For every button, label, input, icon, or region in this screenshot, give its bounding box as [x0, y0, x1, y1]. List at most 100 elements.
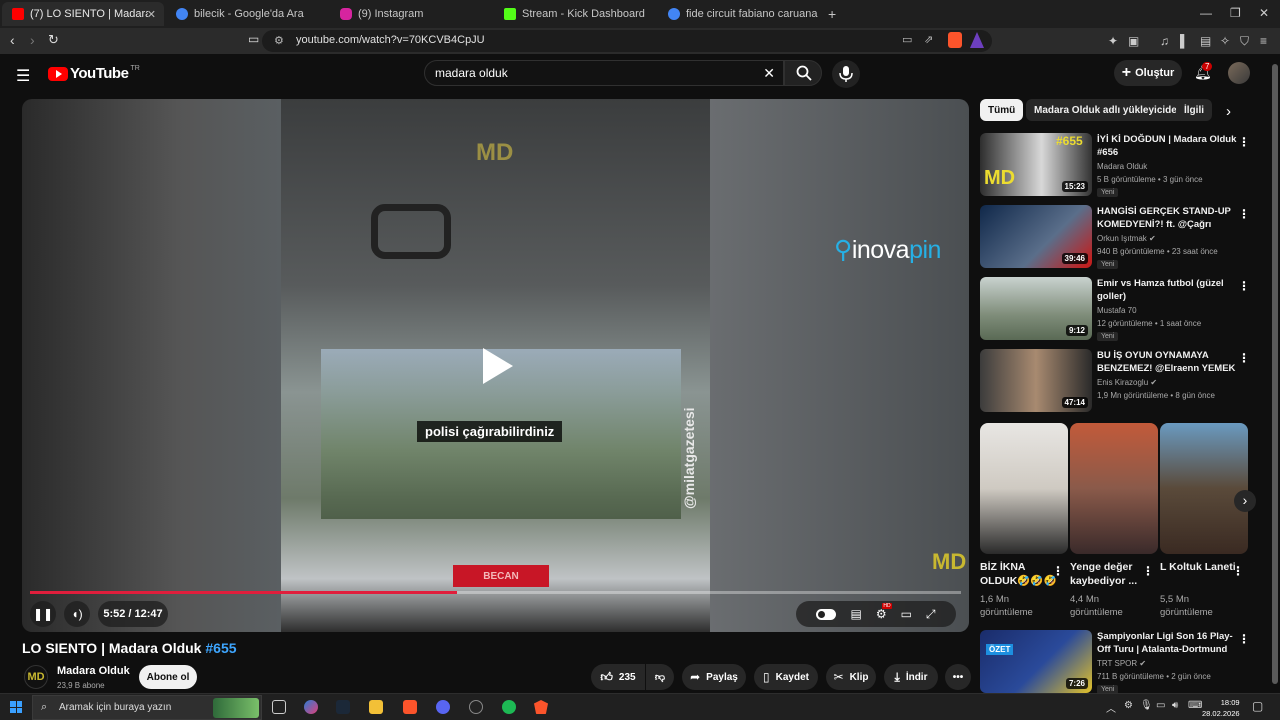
- cast-icon[interactable]: ▭: [902, 33, 912, 46]
- page-scrollbar[interactable]: [1270, 54, 1280, 693]
- minimize-icon[interactable]: —: [1200, 6, 1212, 20]
- sidebar-video-item[interactable]: 39:46 HANGİSİ GERÇEK STAND-UP KOMEDYENİ?…: [980, 205, 1250, 271]
- subtitles-icon[interactable]: ▤: [850, 607, 861, 621]
- keyboard-icon[interactable]: ⌨: [1188, 700, 1202, 711]
- scrollbar-thumb[interactable]: [1272, 64, 1278, 684]
- discord-icon[interactable]: [436, 700, 450, 714]
- speaker-icon[interactable]: 🔊︎: [1172, 700, 1178, 711]
- network-icon[interactable]: ▭: [1156, 700, 1165, 711]
- video-player[interactable]: MD polisi çağırabilirdiniz @milatgazetes…: [22, 99, 969, 632]
- back-icon[interactable]: ‹: [10, 32, 15, 48]
- forward-icon[interactable]: ›: [30, 32, 35, 48]
- short-thumbnail[interactable]: [1160, 423, 1248, 554]
- more-actions-button[interactable]: •••: [945, 664, 971, 690]
- save-button[interactable]: ▯ Kaydet: [754, 664, 818, 690]
- leo-icon[interactable]: ✧: [1220, 34, 1230, 48]
- autoplay-toggle[interactable]: [816, 608, 837, 620]
- more-options-icon[interactable]: ⋮: [1238, 135, 1250, 149]
- more-options-icon[interactable]: ⋮: [1238, 632, 1250, 646]
- task-view-icon[interactable]: [272, 700, 286, 714]
- close-tab-icon[interactable]: ✕: [147, 8, 156, 21]
- screenshot-icon[interactable]: ▣: [1128, 34, 1139, 48]
- browser-tab-google-bilecik[interactable]: bilecik - Google'da Ara: [166, 2, 330, 26]
- clear-search-icon[interactable]: ✕: [763, 65, 775, 82]
- tray-app-icon[interactable]: ⚙: [1124, 700, 1133, 711]
- channel-name[interactable]: Madara Olduk: [57, 665, 130, 677]
- sidebar-video-item[interactable]: ÖZET 7:26 Şampiyonlar Ligi Son 16 Play-Of…: [980, 630, 1250, 696]
- more-options-icon[interactable]: ⋮: [1232, 564, 1244, 578]
- brave-browser-icon[interactable]: [403, 700, 417, 714]
- hashtag-link[interactable]: #655: [205, 640, 236, 656]
- browser-tab-kick[interactable]: Stream - Kick Dashboard: [494, 2, 658, 26]
- voice-search-button[interactable]: [832, 60, 860, 88]
- search-button[interactable]: [784, 60, 822, 86]
- notification-center-icon[interactable]: ▢: [1252, 699, 1263, 713]
- theater-mode-icon[interactable]: ▭: [901, 607, 912, 621]
- create-button[interactable]: + Oluştur: [1114, 60, 1182, 86]
- menu-icon[interactable]: ≡: [1260, 34, 1267, 48]
- clip-button[interactable]: ✂ Klip: [826, 664, 876, 690]
- pause-button[interactable]: ❚❚: [30, 601, 56, 627]
- bookmark-icon[interactable]: ▭: [248, 32, 259, 46]
- short-title[interactable]: BİZ İKNA OLDUK🤣🤣🤣 ...: [980, 560, 1058, 588]
- browser-tab-youtube[interactable]: (7) LO SIENTO | Madara Olduk #6 ✕: [2, 2, 164, 26]
- chip-from-uploader[interactable]: Madara Olduk adlı yükleyiciden: [1026, 99, 1191, 121]
- short-title[interactable]: L Koltuk Laneti: [1160, 560, 1238, 574]
- microphone-icon[interactable]: 🎙︎: [1140, 700, 1153, 711]
- like-button[interactable]: 👍︎ 235: [591, 664, 645, 690]
- hamburger-menu-icon[interactable]: ☰: [16, 66, 30, 86]
- sidebar-icon[interactable]: ▌: [1180, 34, 1189, 48]
- tray-chevron-icon[interactable]: ︿: [1106, 700, 1116, 715]
- chip-related[interactable]: İlgili: [1176, 99, 1212, 121]
- short-thumbnail[interactable]: [1070, 423, 1158, 554]
- browser-tab-google-fide[interactable]: fide circuit fabiano caruana - Google: [658, 2, 818, 26]
- more-options-icon[interactable]: ⋮: [1052, 564, 1064, 578]
- fullscreen-icon[interactable]: ⤢: [926, 607, 936, 622]
- progress-bar[interactable]: [30, 591, 961, 594]
- spotify-icon[interactable]: [502, 700, 516, 714]
- browser-tab-instagram[interactable]: (9) Instagram: [330, 2, 494, 26]
- chip-all[interactable]: Tümü: [980, 99, 1024, 121]
- windows-start-icon[interactable]: [10, 701, 22, 713]
- more-options-icon[interactable]: ⋮: [1142, 564, 1154, 578]
- sidebar-video-item[interactable]: 9:12 Emir vs Hamza futbol (güzel goller)…: [980, 277, 1250, 343]
- subscribe-button[interactable]: Abone ol: [139, 665, 197, 689]
- search-input[interactable]: [435, 64, 755, 82]
- more-options-icon[interactable]: ⋮: [1238, 279, 1250, 293]
- restore-icon[interactable]: ❐: [1230, 6, 1241, 20]
- file-explorer-icon[interactable]: [369, 700, 383, 714]
- sidebar-video-item[interactable]: 47:14 BU İŞ OYUN OYNAMAYA BENZEMEZ! @Elr…: [980, 349, 1250, 415]
- short-thumbnail[interactable]: [980, 423, 1068, 554]
- sidebar-video-item[interactable]: MD #655 15:23 İYİ Kİ DOĞDUN | Madara Olduk…: [980, 133, 1250, 199]
- music-icon[interactable]: ♫: [1160, 34, 1169, 48]
- vpn-icon[interactable]: ⛉: [1240, 34, 1249, 49]
- address-bar[interactable]: ⚙ youtube.com/watch?v=70KCVB4CpJU ▭ ⇗: [262, 30, 992, 52]
- copilot-icon[interactable]: [304, 700, 318, 714]
- short-title[interactable]: Yenge değer kaybediyor ...: [1070, 560, 1148, 588]
- chips-next-chevron-icon[interactable]: ›: [1226, 103, 1231, 120]
- volume-button[interactable]: ◖): [64, 601, 90, 627]
- shorts-next-chevron-icon[interactable]: ›: [1234, 490, 1256, 512]
- download-button[interactable]: ⤓ İndir: [884, 664, 938, 690]
- obs-icon[interactable]: [469, 700, 483, 714]
- share-icon[interactable]: ⇗: [924, 33, 933, 46]
- more-options-icon[interactable]: ⋮: [1238, 207, 1250, 221]
- brave-vpn-icon[interactable]: [534, 700, 548, 714]
- site-settings-icon[interactable]: ⚙: [274, 34, 284, 47]
- wallet-icon[interactable]: ▤: [1200, 34, 1211, 48]
- steam-icon[interactable]: [336, 700, 350, 714]
- extensions-icon[interactable]: ✦: [1108, 34, 1118, 48]
- reload-icon[interactable]: ↻: [48, 32, 59, 48]
- system-clock[interactable]: 18:09 28.02.2026: [1202, 697, 1240, 719]
- taskbar-search-box[interactable]: ⌕ Aramak için buraya yazın: [32, 695, 262, 720]
- youtube-logo[interactable]: YouTube TR: [48, 65, 140, 82]
- share-button[interactable]: ➦ Paylaş: [682, 664, 746, 690]
- center-play-icon[interactable]: [479, 348, 515, 384]
- brave-shield-icon[interactable]: [948, 32, 962, 48]
- channel-avatar[interactable]: MD: [24, 665, 48, 689]
- close-window-icon[interactable]: ✕: [1259, 6, 1269, 20]
- new-tab-button[interactable]: +: [820, 2, 844, 26]
- account-avatar[interactable]: [1228, 62, 1250, 84]
- dislike-button[interactable]: 👎︎: [646, 664, 674, 690]
- brave-rewards-icon[interactable]: [970, 32, 984, 48]
